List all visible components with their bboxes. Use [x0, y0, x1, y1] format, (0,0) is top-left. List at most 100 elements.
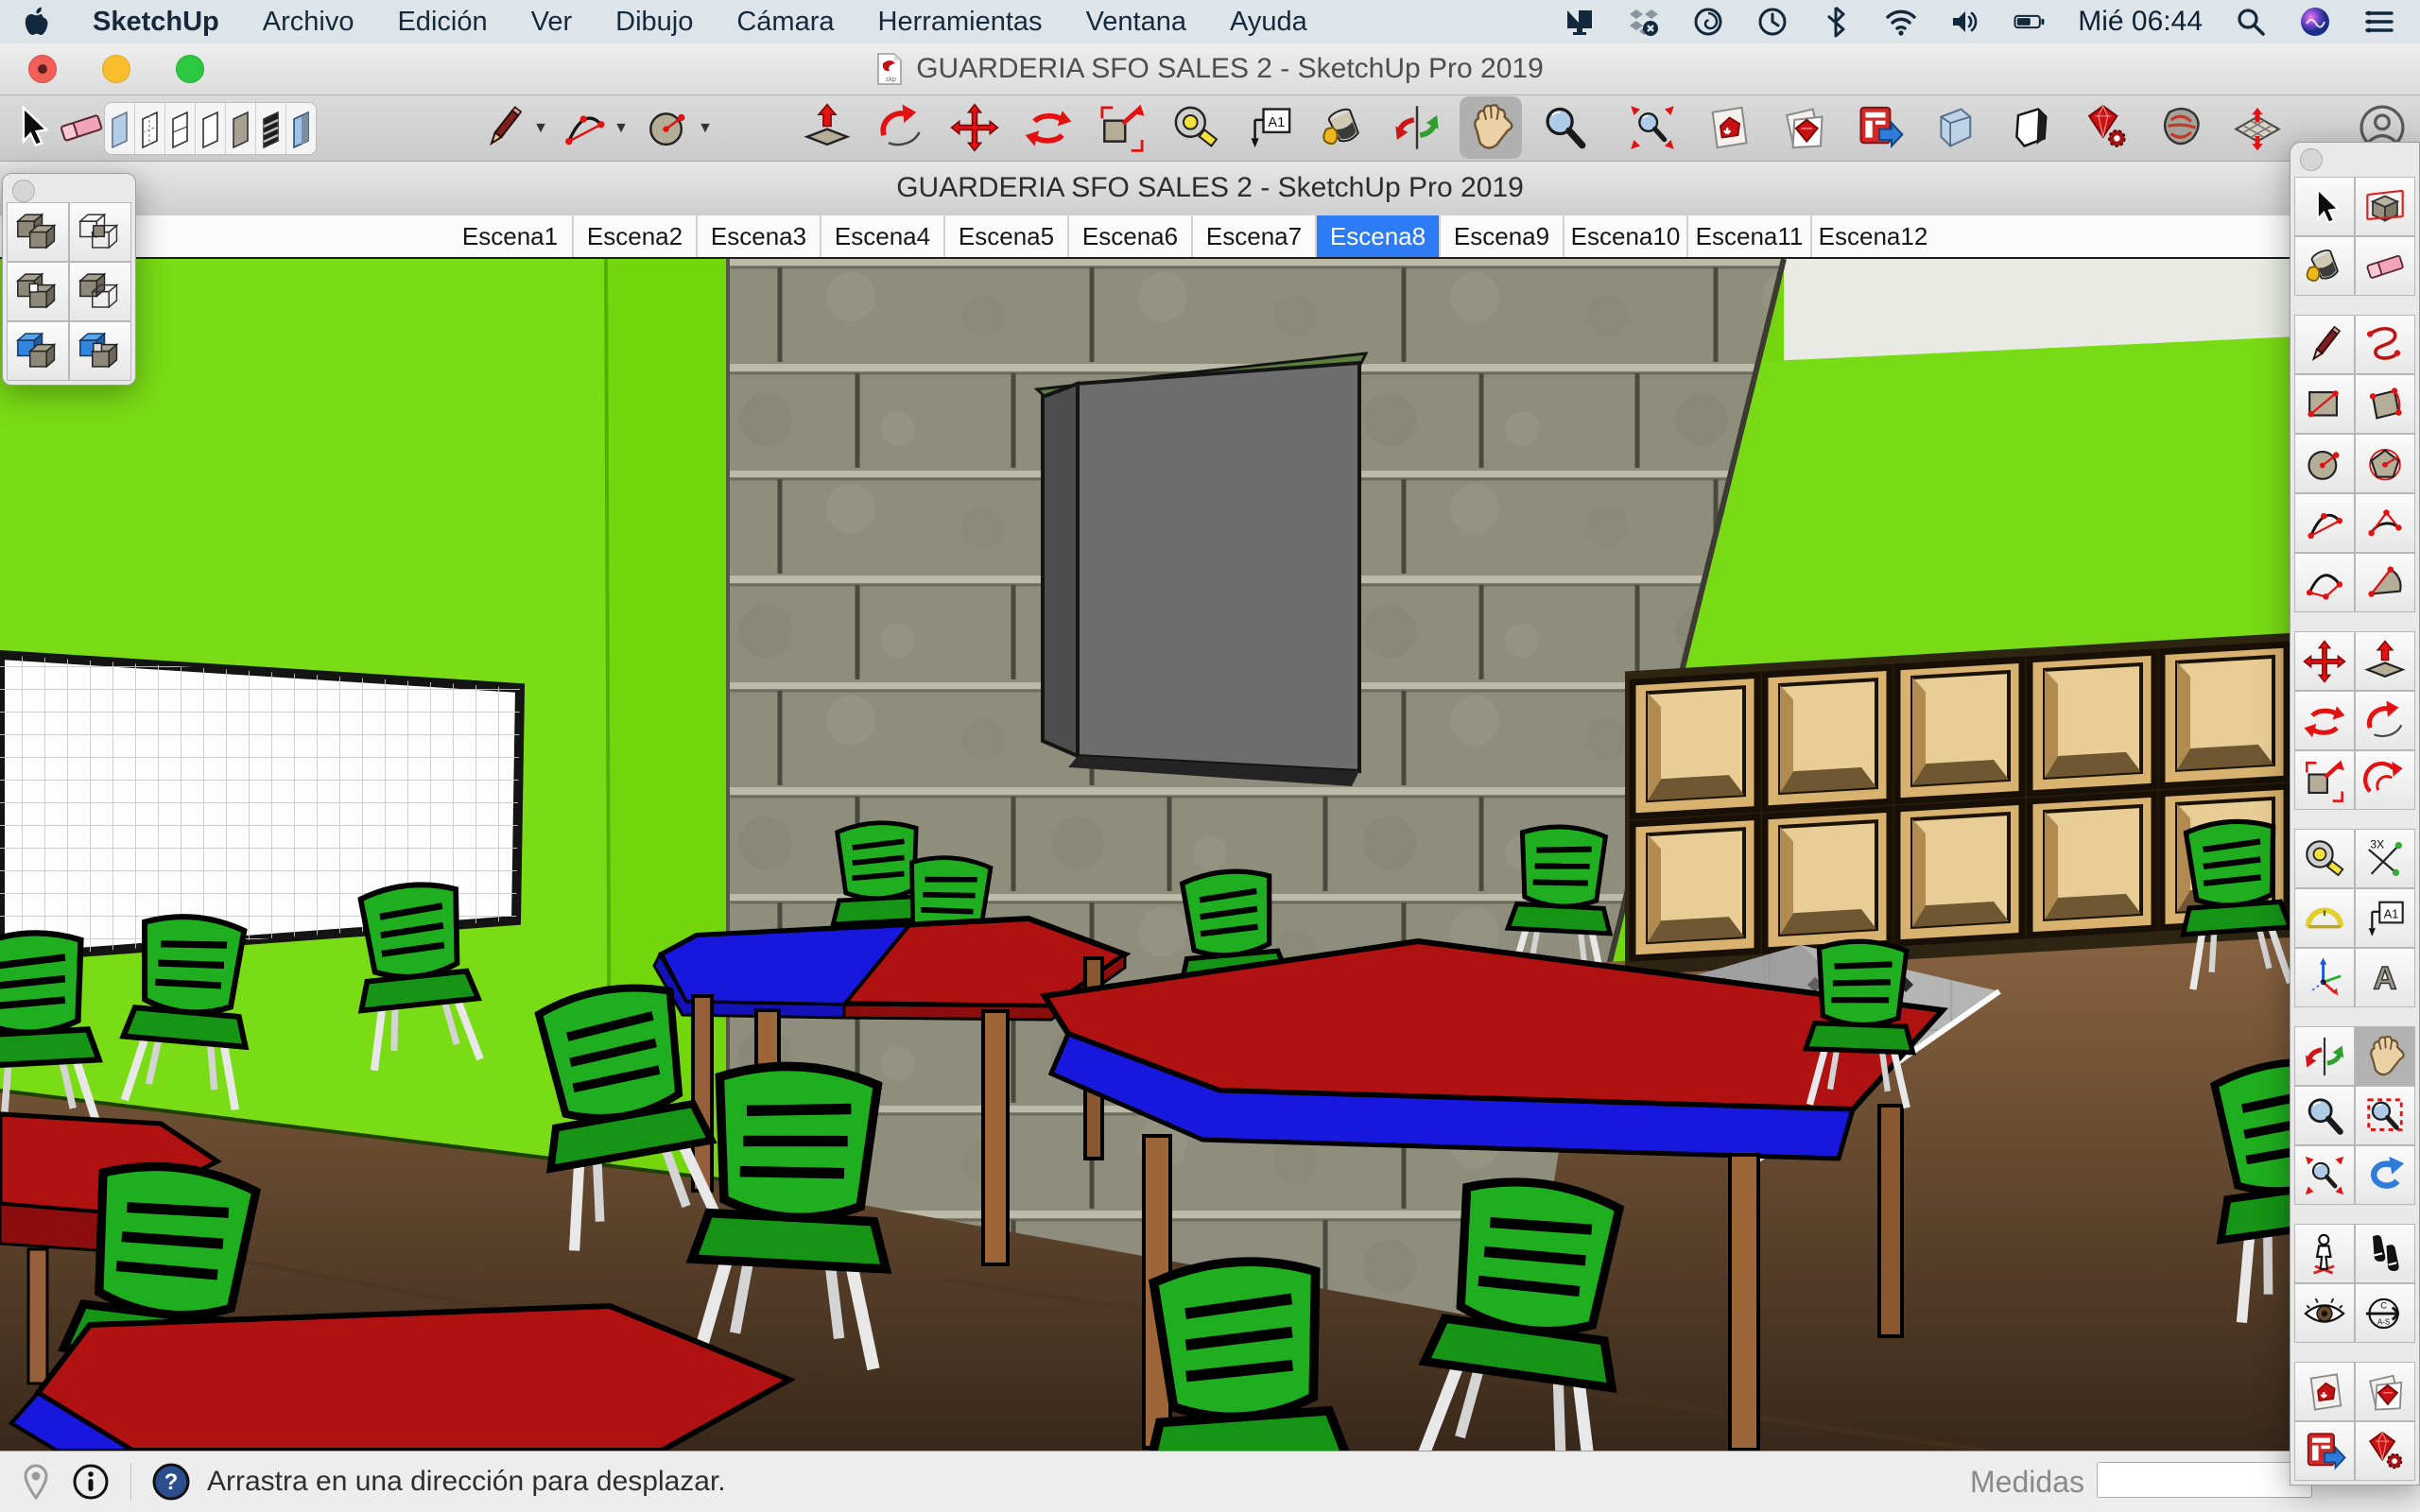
- palette-tool-polygon[interactable]: [2355, 434, 2415, 493]
- monochrome-box-button[interactable]: [2006, 103, 2055, 152]
- arc-tool-button[interactable]: [560, 103, 609, 152]
- send-to-layout-button[interactable]: [1855, 103, 1904, 152]
- tab-escena11[interactable]: Escena11: [1686, 215, 1810, 257]
- display-icon[interactable]: [1564, 6, 1596, 38]
- extension-warehouse-button[interactable]: [2082, 103, 2131, 152]
- back-edges-style-button[interactable]: [255, 103, 285, 154]
- follow-me-tool-button[interactable]: [876, 103, 925, 152]
- palette-tool-pan[interactable]: [2355, 1026, 2415, 1086]
- palette-tool-three-point-arc[interactable]: [2294, 553, 2355, 612]
- palette-tool-freehand[interactable]: [2355, 315, 2415, 374]
- shaded-style-button[interactable]: [195, 103, 225, 154]
- tab-escena6[interactable]: Escena6: [1067, 215, 1191, 257]
- tab-escena12[interactable]: Escena12: [1810, 215, 1934, 257]
- palette-tool-eraser[interactable]: [2355, 236, 2415, 296]
- time-machine-icon[interactable]: [1756, 6, 1789, 38]
- palette-tool-rectangle[interactable]: [2294, 374, 2355, 434]
- palette-tool-push-pull[interactable]: [2355, 631, 2415, 691]
- palette-tool-trim[interactable]: [7, 321, 69, 381]
- palette-tool-rotated-rectangle[interactable]: [2355, 374, 2415, 434]
- palette-tool-send-to-layout[interactable]: [2294, 1421, 2355, 1481]
- tab-escena5[interactable]: Escena5: [943, 215, 1067, 257]
- menu-clock[interactable]: Mié 06:44: [2078, 6, 2203, 38]
- menu-edicion[interactable]: Edición: [397, 7, 487, 38]
- circle-tool-caret[interactable]: ▾: [700, 117, 710, 139]
- palette-tool-pie-filled[interactable]: [2355, 553, 2415, 612]
- palette-tool-look-around[interactable]: [2294, 1283, 2355, 1343]
- palette-tool-extension-warehouse[interactable]: [2355, 1421, 2415, 1481]
- move-tool-button[interactable]: [950, 103, 999, 152]
- measurements-input[interactable]: [2097, 1462, 2312, 1498]
- palette-tool-make-component[interactable]: [2355, 177, 2415, 236]
- line-tool-button[interactable]: [479, 103, 528, 152]
- palette-tool-select[interactable]: [2294, 177, 2355, 236]
- palette-tool-axes[interactable]: [2294, 948, 2355, 1007]
- palette-tool-circle[interactable]: [2294, 434, 2355, 493]
- palette-tool-subtract[interactable]: [69, 262, 131, 321]
- menu-app[interactable]: SketchUp: [93, 7, 219, 38]
- large-tool-set-titlebar[interactable]: [2290, 143, 2419, 177]
- palette-tool-line[interactable]: [2294, 315, 2355, 374]
- select-tool-button[interactable]: [7, 103, 56, 152]
- palette-close-button-right[interactable]: [2300, 148, 2323, 171]
- scale-tool-button[interactable]: [1098, 103, 1147, 152]
- warehouse-3d-button[interactable]: [1703, 103, 1753, 152]
- palette-tool-text[interactable]: A1: [2355, 888, 2415, 948]
- palette-tool-position-camera[interactable]: [2294, 1224, 2355, 1283]
- palette-tool-follow-me[interactable]: [2355, 691, 2415, 750]
- zoom-extents-tool-button[interactable]: [1628, 103, 1677, 152]
- orbit-tool-button[interactable]: [1392, 103, 1442, 152]
- monochrome-style-button[interactable]: [285, 103, 316, 154]
- tab-escena9[interactable]: Escena9: [1439, 215, 1563, 257]
- xray-style-button[interactable]: [105, 103, 134, 154]
- volume-icon[interactable]: [1949, 6, 1981, 38]
- close-button[interactable]: [28, 55, 57, 83]
- model-viewport[interactable]: [0, 259, 2420, 1451]
- text-tool-button[interactable]: A1: [1245, 103, 1294, 152]
- palette-tool-3d-text[interactable]: A: [2355, 948, 2415, 1007]
- zoom-tool-button[interactable]: [1540, 103, 1589, 152]
- palette-tool-zoom-extents[interactable]: [2294, 1145, 2355, 1205]
- tab-escena8[interactable]: Escena8: [1315, 215, 1439, 257]
- help-icon[interactable]: ?: [152, 1463, 190, 1501]
- palette-tool-intersect[interactable]: [69, 202, 131, 262]
- palette-tool-orbit[interactable]: [2294, 1026, 2355, 1086]
- palette-tool-rotate[interactable]: [2294, 691, 2355, 750]
- battery-icon[interactable]: [2014, 6, 2046, 38]
- wifi-icon[interactable]: [1885, 6, 1917, 38]
- palette-tool-split[interactable]: [69, 321, 131, 381]
- sandbox-button[interactable]: [2233, 103, 2282, 152]
- palette-tool-move[interactable]: [2294, 631, 2355, 691]
- palette-tool-previous[interactable]: [2355, 1145, 2415, 1205]
- tab-escena7[interactable]: Escena7: [1191, 215, 1315, 257]
- solid-tools-titlebar[interactable]: [3, 174, 135, 202]
- tab-escena2[interactable]: Escena2: [572, 215, 696, 257]
- palette-tool-paint-bucket[interactable]: [2294, 236, 2355, 296]
- eraser-tool-button[interactable]: [57, 103, 106, 152]
- share-model-button[interactable]: [1779, 103, 1828, 152]
- palette-close-button[interactable]: [12, 180, 35, 202]
- info-icon[interactable]: [72, 1463, 110, 1501]
- menu-archivo[interactable]: Archivo: [263, 7, 354, 38]
- bluetooth-icon[interactable]: [1821, 6, 1853, 38]
- notification-center-icon[interactable]: [2363, 6, 2395, 38]
- menu-camara[interactable]: Cámara: [736, 7, 834, 38]
- palette-tool-share-model[interactable]: [2355, 1362, 2415, 1421]
- pan-tool-button[interactable]: [1460, 96, 1522, 159]
- palette-tool-walk[interactable]: [2355, 1224, 2415, 1283]
- wireframe-style-button[interactable]: [134, 103, 164, 154]
- palette-tool-union[interactable]: [7, 262, 69, 321]
- palette-tool-3d-warehouse[interactable]: [2294, 1362, 2355, 1421]
- palette-tool-zoom-window[interactable]: [2355, 1086, 2415, 1145]
- arc-tool-caret[interactable]: ▾: [616, 117, 626, 139]
- minimize-button[interactable]: [102, 55, 130, 83]
- shaded-textures-style-button[interactable]: [225, 103, 255, 154]
- palette-tool-outer-shell[interactable]: [7, 202, 69, 262]
- zoom-button[interactable]: [176, 55, 204, 83]
- geolocation-icon[interactable]: [17, 1463, 55, 1501]
- apple-menu[interactable]: [25, 7, 49, 37]
- rotate-tool-button[interactable]: [1024, 103, 1073, 152]
- palette-tool-section-plane[interactable]: CA-S: [2355, 1283, 2415, 1343]
- palette-tool-dimensions[interactable]: 3X: [2355, 829, 2415, 888]
- hidden-line-style-button[interactable]: [164, 103, 195, 154]
